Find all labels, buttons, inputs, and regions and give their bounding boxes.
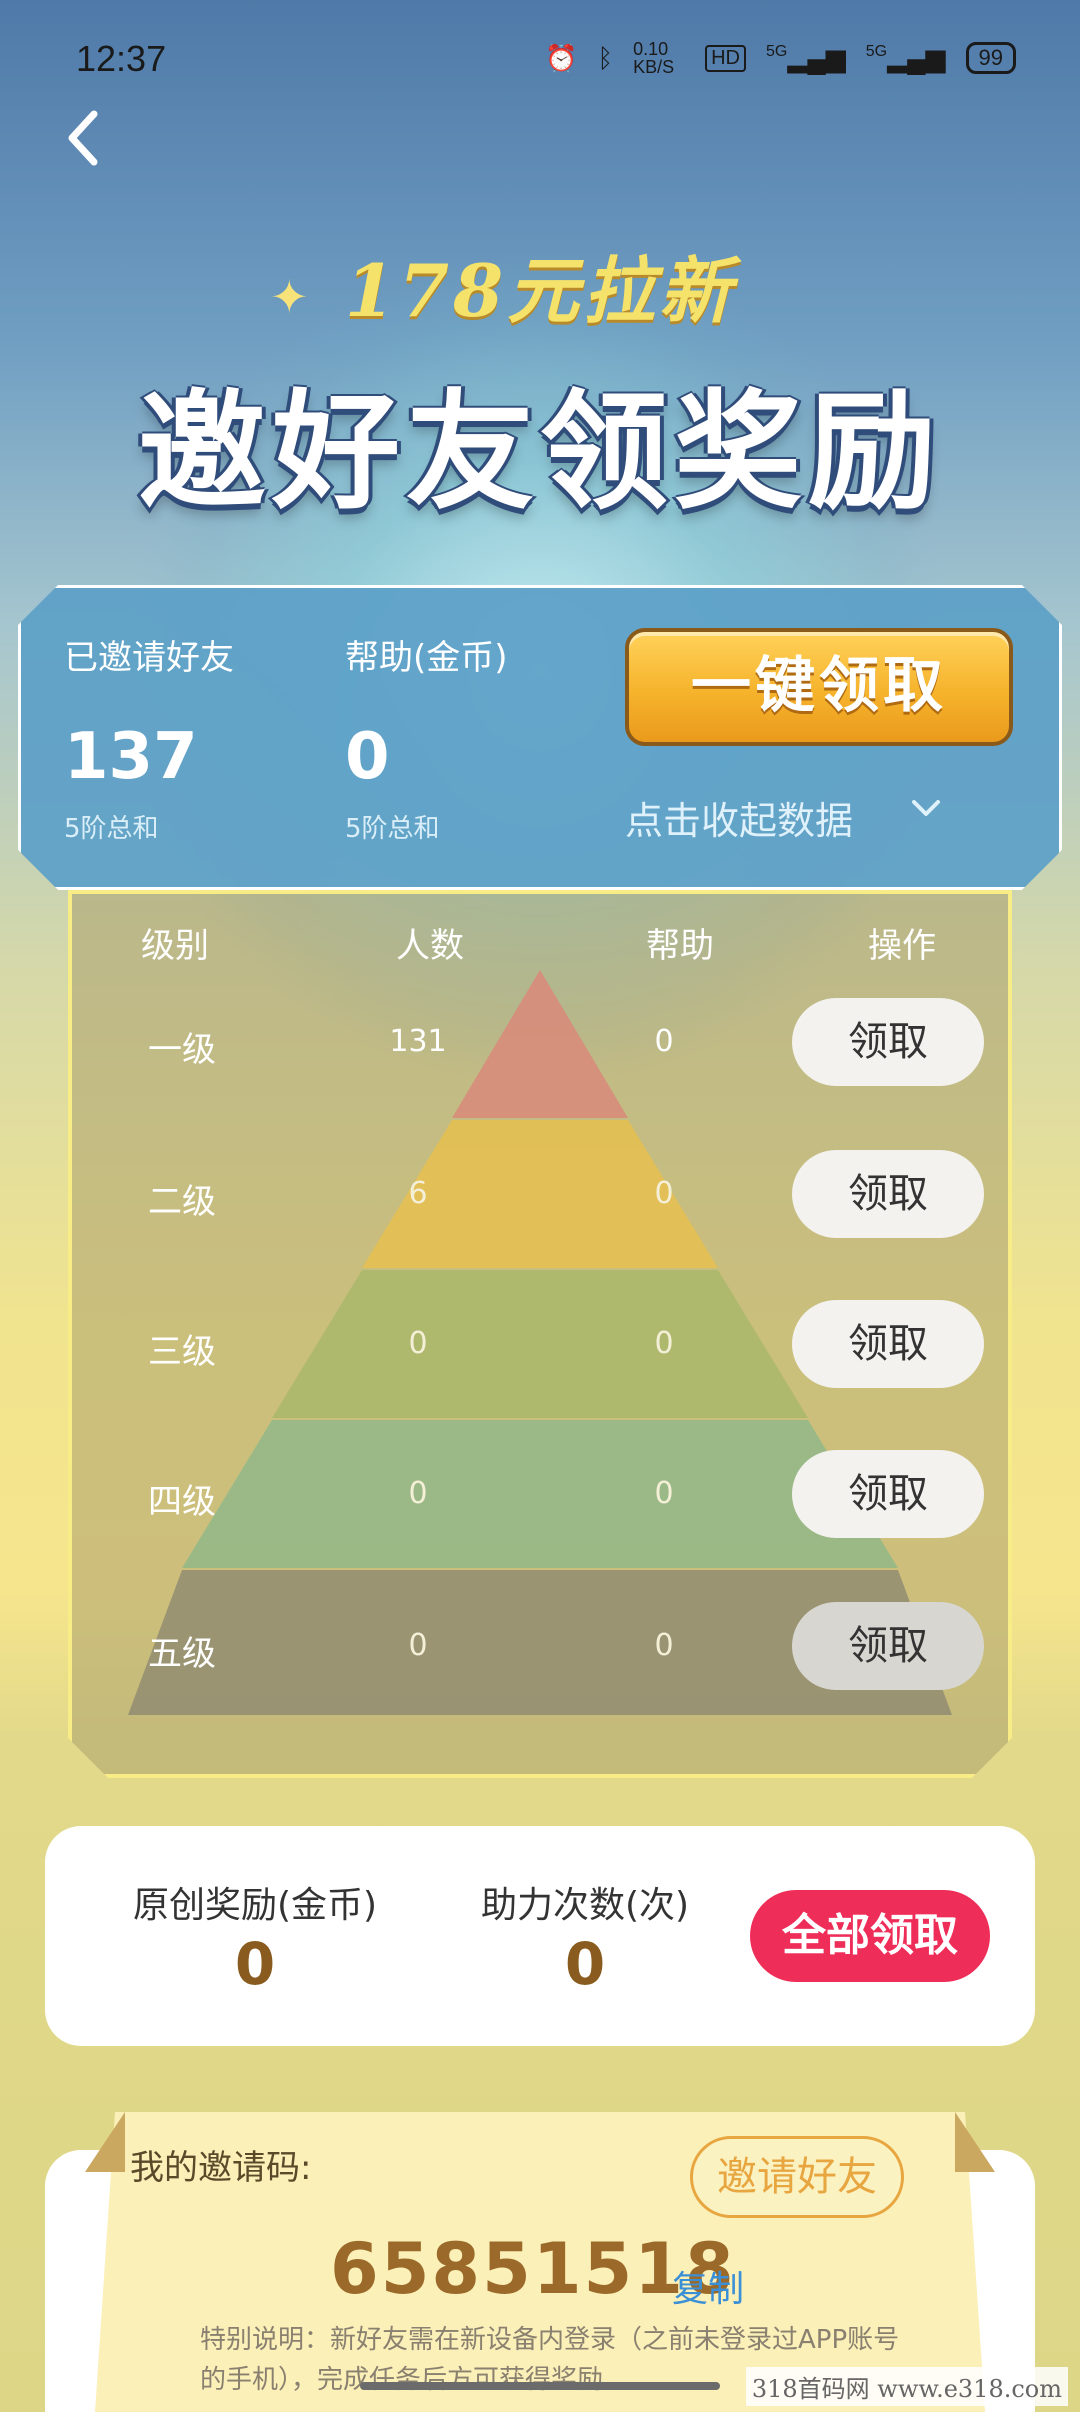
invited-label: 已邀请好友 — [64, 638, 234, 678]
scroll-edge — [955, 2112, 995, 2172]
level-help: 0 — [654, 1326, 674, 1361]
invite-friends-button[interactable]: 邀请好友 — [690, 2136, 904, 2218]
claim-button[interactable]: 领取 — [792, 1300, 984, 1388]
level-help: 0 — [654, 1176, 674, 1211]
invited-sub: 5阶总和 — [64, 814, 159, 844]
level-label: 二级 — [148, 1182, 216, 1222]
header-level: 级别 — [141, 926, 209, 966]
claim-button[interactable]: 领取 — [792, 1150, 984, 1238]
net-speed: 0.10 KB/S — [633, 39, 675, 77]
claim-button[interactable]: 领取 — [792, 1450, 984, 1538]
level-help: 0 — [654, 1628, 674, 1663]
level-count: 0 — [408, 1628, 428, 1663]
help-sub: 5阶总和 — [345, 814, 440, 844]
header-count: 人数 — [396, 926, 464, 966]
bluetooth-icon: ᛒ — [597, 42, 614, 73]
signal-icon-2: 5G▂▄▆ — [865, 42, 946, 73]
hd-icon: HD — [705, 44, 746, 72]
level-count: 131 — [389, 1024, 447, 1059]
chevron-down-icon[interactable] — [908, 790, 944, 826]
battery-icon: 99 — [965, 42, 1016, 74]
watermark: 318首码网 www.e318.com — [745, 2367, 1068, 2406]
back-arrow-icon[interactable] — [60, 108, 108, 168]
copy-button[interactable]: 复制 — [672, 2260, 744, 2312]
level-help: 0 — [654, 1024, 674, 1059]
one-click-claim-button[interactable]: 一键领取 — [625, 628, 1013, 746]
home-indicator[interactable] — [360, 2382, 720, 2390]
invite-code-label: 我的邀请码: — [130, 2148, 312, 2188]
invited-value: 137 — [64, 720, 198, 794]
assist-count-value: 0 — [564, 1930, 606, 1998]
header-help: 帮助 — [646, 926, 714, 966]
level-label: 四级 — [148, 1482, 216, 1522]
level-label: 三级 — [148, 1332, 216, 1372]
scroll-edge — [85, 2112, 125, 2172]
hero-subtitle: 178元拉新 — [344, 248, 736, 333]
claim-all-button[interactable]: 全部领取 — [750, 1890, 990, 1982]
level-count: 0 — [408, 1476, 428, 1511]
status-icons: ⏰ ᛒ 0.10 KB/S HD 5G▂▄▆ 5G▂▄▆ 99 — [545, 40, 1016, 76]
level-count: 6 — [408, 1176, 428, 1211]
original-reward-label: 原创奖励(金币) — [132, 1885, 378, 1926]
level-label: 五级 — [148, 1634, 216, 1674]
claim-button[interactable]: 领取 — [792, 1602, 984, 1690]
status-time: 12:37 — [76, 38, 167, 79]
original-reward-value: 0 — [234, 1930, 276, 1998]
collapse-data-link[interactable]: 点击收起数据 — [625, 790, 853, 845]
help-label: 帮助(金币) — [345, 638, 508, 678]
header-action: 操作 — [868, 926, 936, 966]
level-label: 一级 — [148, 1030, 216, 1070]
level-count: 0 — [408, 1326, 428, 1361]
help-value: 0 — [345, 720, 390, 794]
assist-count-label: 助力次数(次) — [480, 1885, 690, 1926]
signal-icon: 5G▂▄▆ — [765, 42, 846, 73]
claim-button[interactable]: 领取 — [792, 998, 984, 1086]
level-help: 0 — [654, 1476, 674, 1511]
hero-title: 邀好友领奖励 — [137, 378, 942, 527]
alarm-icon: ⏰ — [545, 42, 578, 73]
